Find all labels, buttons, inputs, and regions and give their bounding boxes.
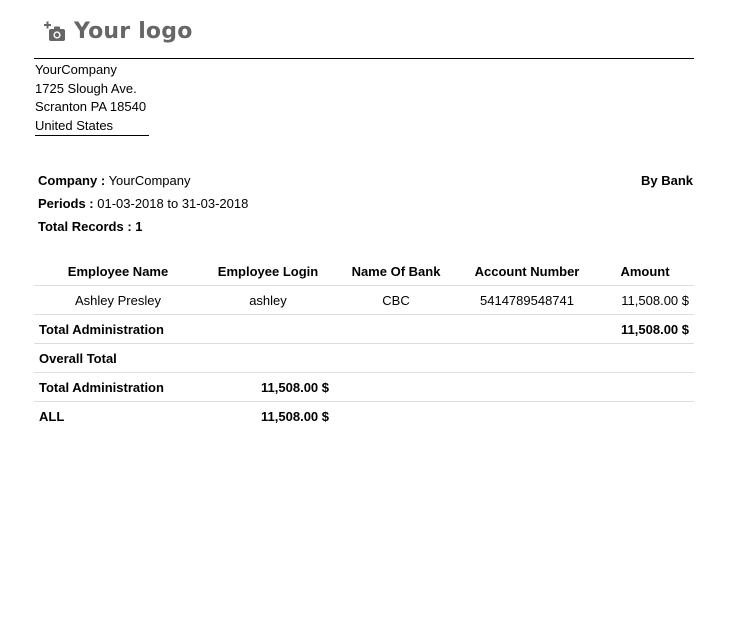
company-address: YourCompany 1725 Slough Ave. Scranton PA… [35,61,150,136]
table-header: Employee Name Employee Login Name Of Ban… [34,257,694,286]
overall-department-amount: 11,508.00 $ [202,372,334,402]
address-company: YourCompany [35,62,117,77]
company-value: YourCompany [108,173,191,188]
overall-department-row: Total Administration 11,508.00 $ [34,372,694,402]
period-label: Periods : [38,196,94,211]
total-records: Total Records : 1 [38,219,143,234]
records-meta: Total Records : 1 [38,219,143,234]
address-street: 1725 Slough Ave. [35,80,137,96]
company-logo: Your logo [44,19,193,44]
camera-plus-icon [44,21,65,41]
grand-total-row: ALL 11,508.00 $ [34,402,694,431]
period-meta: Periods : 01-03-2018 to 31-03-2018 [38,196,248,211]
company-label: Company : [38,173,106,188]
group-by-label: By Bank [640,173,693,188]
employee-login: ashley [202,285,334,315]
col-employee-name: Employee Name [34,257,202,286]
col-account-number: Account Number [458,257,596,286]
col-bank-name: Name Of Bank [334,257,458,286]
account-number: 5414789548741 [458,285,596,315]
company-meta: Company : YourCompany [38,173,190,188]
amount: 11,508.00 $ [596,285,694,315]
col-employee-login: Employee Login [202,257,334,286]
header-divider [34,58,694,59]
department-total-row: Total Administration 11,508.00 $ [34,314,694,344]
employee-name: Ashley Presley [34,285,202,315]
address-country: United States [35,117,150,136]
logo-text: Your logo [74,19,193,44]
grand-total-amount: 11,508.00 $ [261,408,329,424]
address-city: Scranton PA 18540 [35,99,147,114]
table-row: Ashley Presley ashley CBC 5414789548741 … [34,285,694,315]
overall-department-label: Total Administration [34,372,202,402]
bank-name: CBC [334,285,458,315]
overall-total-label: Overall Total [34,343,202,373]
department-total-amount: 11,508.00 $ [596,314,694,344]
grand-total-label: ALL [39,408,65,424]
overall-total-row: Overall Total [34,343,694,373]
period-value: 01-03-2018 to 31-03-2018 [97,196,249,211]
payment-report-table: Employee Name Employee Login Name Of Ban… [34,257,694,430]
department-total-label: Total Administration [34,314,202,344]
col-amount: Amount [596,257,694,286]
